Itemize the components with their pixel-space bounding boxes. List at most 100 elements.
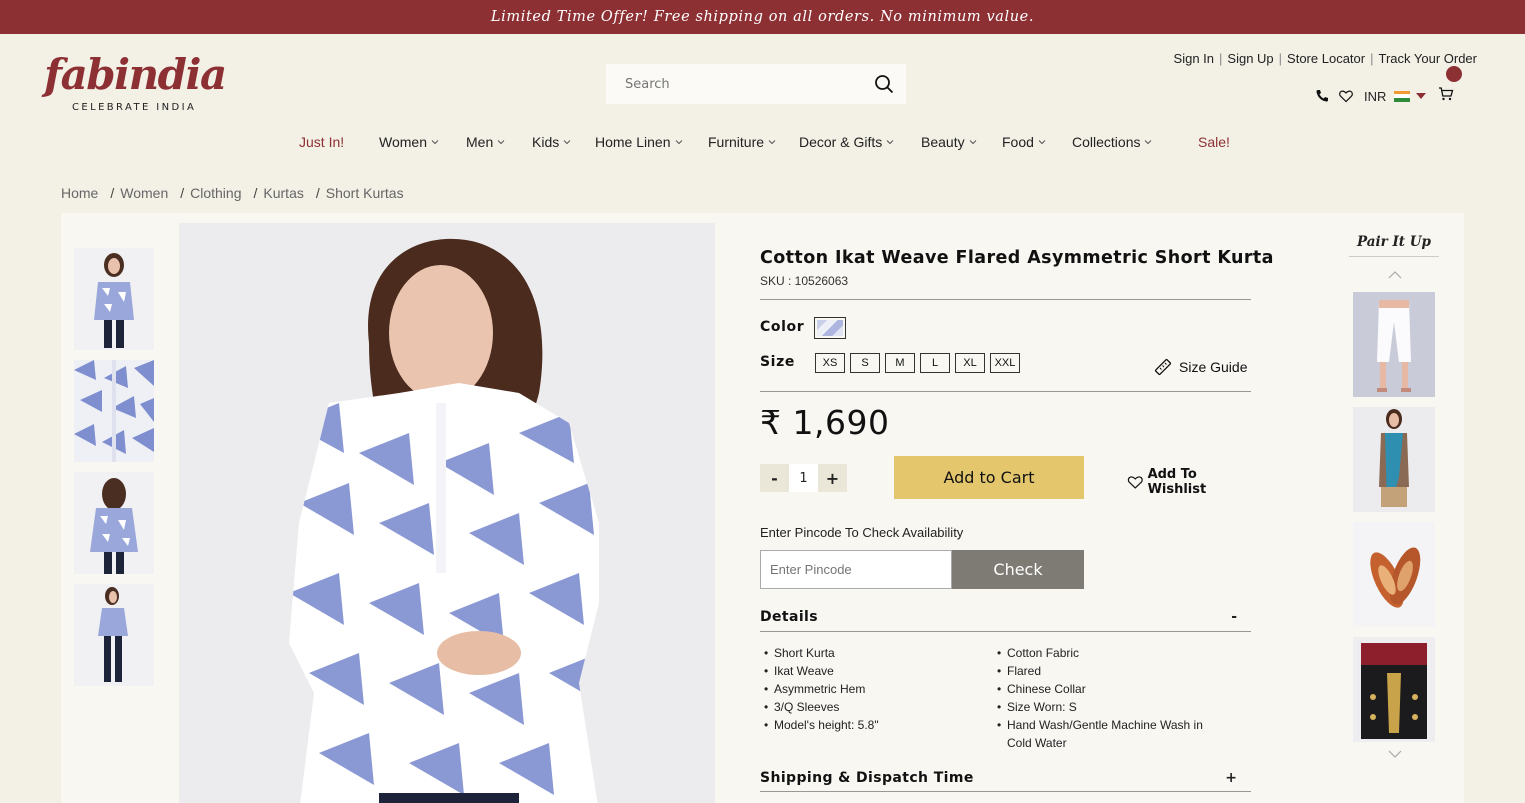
details-list-right: Cotton Fabric Flared Chinese Collar Size… [993,644,1223,752]
model-back-thumbnail-image [74,472,154,574]
size-guide-link[interactable]: Size Guide [1153,357,1247,377]
divider [760,631,1251,632]
chevron-down-icon [497,140,505,145]
shipping-heading[interactable]: Shipping & Dispatch Time [760,770,974,786]
size-option-xl[interactable]: XL [955,353,985,373]
brand-logo[interactable]: fabindia CELEBRATE INDIA [44,50,227,118]
main-nav: Just In! Women Men Kids Home Linen Furni… [0,134,1525,154]
details-collapse-toggle[interactable]: - [1231,609,1237,625]
breadcrumb-clothing[interactable]: Clothing [190,185,241,201]
detail-item: Cotton Fabric [993,644,1223,662]
quantity-increase-button[interactable]: + [818,464,847,492]
site-header: fabindia CELEBRATE INDIA Sign In | Sign … [0,34,1525,174]
color-swatch-ikat-blue[interactable] [814,317,846,339]
detail-item: Hand Wash/Gentle Machine Wash in Cold Wa… [993,716,1223,752]
nav-decor-gifts[interactable]: Decor & Gifts [799,134,894,150]
nav-collections[interactable]: Collections [1072,134,1152,150]
nav-just-in[interactable]: Just In! [299,134,344,150]
breadcrumb-home[interactable]: Home [61,185,98,201]
breadcrumb-short-kurtas[interactable]: Short Kurtas [326,185,404,201]
divider [760,391,1251,392]
size-option-l[interactable]: L [920,353,950,373]
breadcrumb-separator: / [110,185,115,201]
india-flag-icon[interactable] [1394,90,1411,102]
detail-item: Chinese Collar [993,680,1223,698]
quantity-value[interactable]: 1 [789,464,818,492]
size-guide-label: Size Guide [1179,359,1248,375]
currency-dropdown-caret-icon[interactable] [1416,93,1427,99]
breadcrumb-kurtas[interactable]: Kurtas [263,185,303,201]
product-main-image[interactable] [179,223,715,803]
currency-label[interactable]: INR [1364,89,1386,104]
store-locator-link[interactable]: Store Locator [1287,51,1365,66]
promo-banner: Limited Time Offer! Free shipping on all… [0,0,1525,34]
phone-icon[interactable] [1314,88,1330,104]
nav-men[interactable]: Men [466,134,505,150]
nav-furniture[interactable]: Furniture [708,134,776,150]
size-option-xs[interactable]: XS [815,353,845,373]
pair-item-juttis[interactable] [1353,522,1435,627]
product-thumbnail[interactable] [74,360,154,462]
nav-sale[interactable]: Sale! [1198,134,1230,150]
pair-item-bag[interactable] [1353,637,1435,742]
size-option-m[interactable]: M [885,353,915,373]
chevron-down-icon [675,140,682,145]
nav-label: Collections [1072,134,1141,150]
size-option-xxl[interactable]: XXL [990,353,1020,373]
model-wearing-kurta-image [179,223,715,803]
nav-label: Men [466,134,494,150]
check-pincode-button[interactable]: Check [952,550,1084,589]
nav-home-linen[interactable]: Home Linen [595,134,683,150]
chevron-down-icon [768,140,776,145]
chevron-down-icon [1145,140,1152,145]
cart-icon [1439,87,1454,101]
nav-label: Decor & Gifts [799,134,883,150]
white-capri-image [1353,292,1435,397]
track-order-link[interactable]: Track Your Order [1378,51,1477,66]
search-icon[interactable] [874,74,894,94]
details-heading[interactable]: Details [760,609,818,625]
nav-women[interactable]: Women [379,134,439,150]
color-label: Color [760,319,805,335]
size-label: Size [760,354,795,370]
pair-item-trousers[interactable] [1353,292,1435,397]
detail-item: Short Kurta [760,644,990,662]
breadcrumb-women[interactable]: Women [120,185,168,201]
nav-label: Beauty [921,134,965,150]
nav-food[interactable]: Food [1002,134,1046,150]
juttis-image [1353,522,1435,627]
detail-item: Asymmetric Hem [760,680,990,698]
cart-button[interactable] [1438,66,1463,106]
product-thumbnail[interactable] [74,584,154,686]
chevron-down-icon [969,140,976,145]
chevron-down-icon[interactable] [1388,750,1402,758]
chevron-down-icon [431,140,439,145]
shipping-expand-toggle[interactable]: + [1225,770,1237,786]
add-to-wishlist-button[interactable]: Add To Wishlist [1127,467,1251,497]
breadcrumb-separator: / [253,185,258,201]
breadcrumb: Home / Women / Clothing / Kurtas / Short… [61,185,404,201]
size-option-s[interactable]: S [850,353,880,373]
brand-tagline: CELEBRATE INDIA [72,102,197,113]
detail-item: Model's height: 5.8" [760,716,990,734]
pair-it-up-title: Pair It Up [1357,234,1431,250]
sign-up-link[interactable]: Sign Up [1227,51,1273,66]
nav-label: Just In! [299,134,345,150]
product-thumbnail[interactable] [74,472,154,574]
nav-label: Home Linen [595,134,671,150]
nav-kids[interactable]: Kids [532,134,571,150]
quantity-decrease-button[interactable]: - [760,464,789,492]
nav-beauty[interactable]: Beauty [921,134,977,150]
account-links: Sign In | Sign Up | Store Locator | Trac… [1174,51,1477,66]
heart-icon[interactable] [1338,88,1354,104]
sign-in-link[interactable]: Sign In [1174,51,1214,66]
detail-item: Flared [993,662,1223,680]
search-input[interactable] [625,76,875,92]
add-to-cart-button[interactable]: Add to Cart [894,456,1084,499]
product-title: Cotton Ikat Weave Flared Asymmetric Shor… [760,248,1274,268]
pincode-input[interactable] [760,550,952,589]
product-thumbnail[interactable] [74,248,154,350]
pair-item-stole[interactable] [1353,407,1435,512]
chevron-up-icon[interactable] [1388,271,1402,279]
search-bar [606,64,906,104]
